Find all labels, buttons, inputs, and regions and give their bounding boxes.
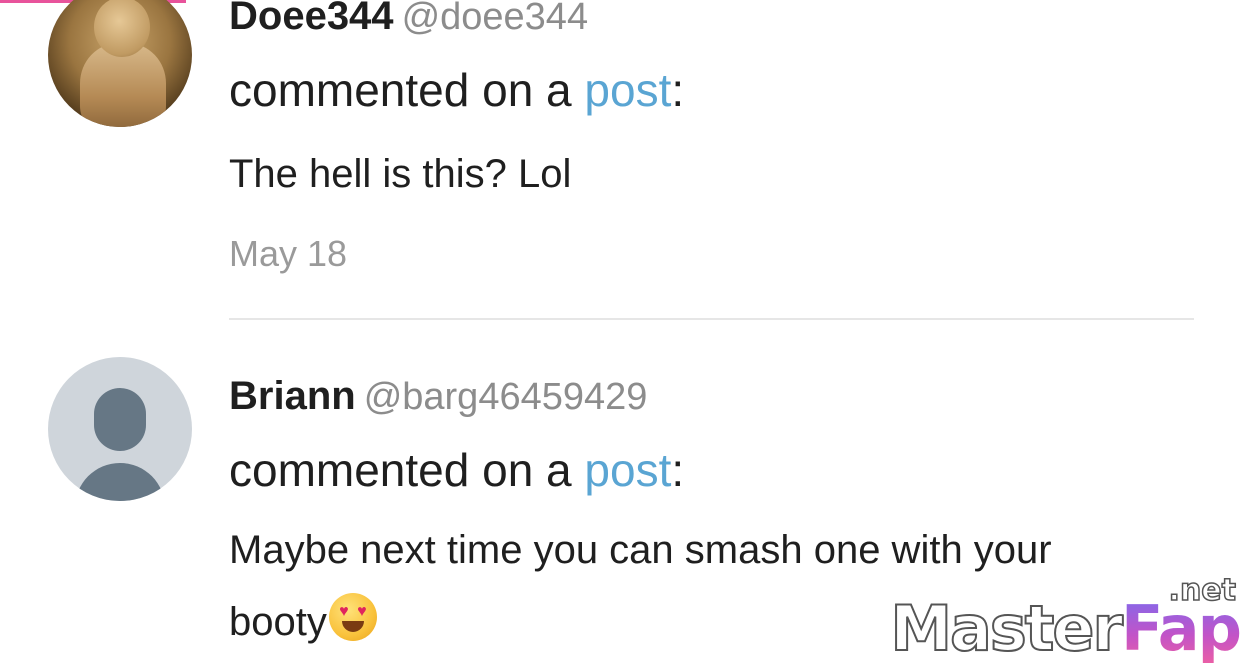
- comment-action-line: commented on a post:: [229, 444, 1202, 496]
- emoji-mouth: [341, 621, 364, 632]
- post-link[interactable]: post: [584, 444, 671, 496]
- comment-content: Doee344 @doee344 commented on a post: The…: [229, 0, 1202, 278]
- action-suffix: :: [671, 64, 685, 116]
- comment-action-line: commented on a post:: [229, 64, 1202, 116]
- action-suffix: :: [671, 444, 685, 496]
- comment-author-line: Doee344 @doee344: [229, 0, 1202, 44]
- action-prefix: commented on a: [229, 64, 585, 116]
- comment-body: The hell is this? Lol: [229, 152, 572, 196]
- comment-author-line: Briann @barg46459429: [229, 368, 1202, 424]
- watermark-logo: MasterFap .net: [889, 573, 1242, 666]
- avatar[interactable]: [48, 0, 192, 127]
- heart-eye-left-icon: ♥: [339, 603, 349, 620]
- watermark-tld: .net: [1168, 573, 1237, 609]
- author-handle[interactable]: @doee344: [402, 0, 589, 38]
- heart-eye-right-icon: ♥: [357, 603, 367, 620]
- comment-timestamp: May 18: [229, 233, 348, 274]
- default-avatar-icon[interactable]: [48, 357, 192, 501]
- heart-eyes-emoji-icon: ♥ ♥: [328, 593, 377, 641]
- author-display-name[interactable]: Briann: [229, 374, 356, 418]
- post-link[interactable]: post: [584, 64, 671, 116]
- comment-feed: Doee344 @doee344 commented on a post: The…: [0, 0, 1242, 666]
- watermark-part-master: Master: [889, 591, 1124, 666]
- author-handle[interactable]: @barg46459429: [364, 376, 648, 418]
- avatar-body-shape: [75, 463, 165, 501]
- comment-divider: [229, 318, 1194, 320]
- action-prefix: commented on a: [229, 444, 585, 496]
- author-display-name[interactable]: Doee344: [229, 0, 394, 38]
- avatar-head-shape: [94, 388, 146, 451]
